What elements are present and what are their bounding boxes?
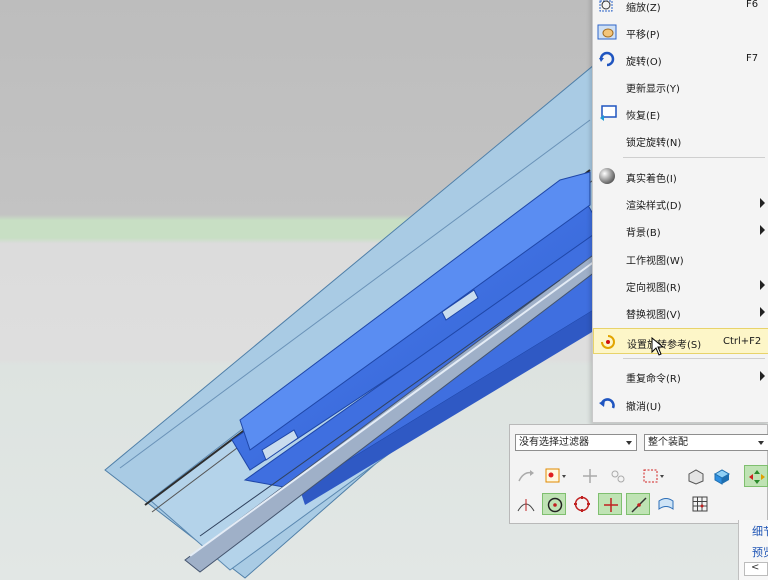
menu-shortcut: Ctrl+F2 (723, 336, 762, 347)
submenu-arrow-icon (760, 198, 765, 208)
menu-shortcut: F6 (746, 0, 759, 10)
multi-snap-button[interactable] (606, 465, 630, 487)
selection-scope-dropdown[interactable]: 整个装配 (644, 434, 768, 451)
menu-item-refresh[interactable]: 更新显示(Y) (593, 73, 768, 99)
circle-center-icon (547, 497, 563, 513)
chevron-down-icon (626, 441, 632, 445)
cross-arrows-icon (749, 470, 765, 484)
chevron-down-icon (758, 441, 764, 445)
box-shape-icon (688, 469, 704, 485)
menu-label: 真实着色(I) (626, 174, 677, 185)
assembly-view-button[interactable] (710, 465, 734, 487)
arc-line-icon (517, 499, 535, 512)
zoom-icon (597, 0, 617, 14)
type-filter-value: 没有选择过滤器 (519, 437, 589, 448)
feature-selection-button[interactable] (542, 465, 566, 487)
panel-tab-preview[interactable]: 预览 (752, 544, 768, 560)
pan-hand-icon (597, 23, 617, 41)
chevron-left-icon: < (751, 562, 760, 573)
grid-icon (692, 496, 708, 512)
surface-icon (658, 498, 674, 510)
menu-shortcut: F7 (746, 53, 759, 64)
menu-label: 恢复(E) (626, 111, 661, 122)
undo-icon (597, 395, 617, 413)
menu-label: 撤消(U) (626, 402, 662, 413)
selection-scope-value: 整个装配 (648, 437, 688, 448)
snap-end-point-button[interactable] (514, 493, 538, 515)
menu-item-set-rotation-reference[interactable]: 设置旋转参考(S) Ctrl+F2 (593, 328, 768, 354)
menu-item-repeat-command[interactable]: 重复命令(R) (593, 363, 768, 389)
menu-item-replace-view[interactable]: 替换视图(V) (593, 299, 768, 325)
menu-label: 替换视图(V) (626, 310, 681, 321)
menu-item-render-style[interactable]: 渲染样式(D) (593, 190, 768, 216)
show-hide-component-button[interactable] (684, 465, 708, 487)
general-selection-button[interactable] (514, 465, 538, 487)
curve-arrow-icon (518, 470, 534, 482)
menu-item-zoom[interactable]: 缩放(Z) F6 (593, 0, 768, 18)
menu-label: 重复命令(R) (626, 374, 681, 385)
snap-group-icon (611, 470, 625, 483)
menu-item-background[interactable]: 背景(B) (593, 217, 768, 243)
snap-on-curve-button[interactable] (626, 493, 650, 515)
move-arrows-icon (583, 469, 597, 483)
submenu-arrow-icon (760, 280, 765, 290)
quadrant-points-icon (574, 496, 590, 512)
rotation-reference-icon (598, 333, 618, 351)
menu-label: 定向视图(R) (626, 283, 681, 294)
intersection-icon (604, 498, 618, 512)
menu-label: 更新显示(Y) (626, 84, 680, 95)
mouse-cursor-icon (651, 337, 665, 356)
menu-label: 背景(B) (626, 228, 661, 239)
menu-item-work-view[interactable]: 工作视图(W) (593, 245, 768, 271)
menu-item-true-shading[interactable]: 真实着色(I) (593, 163, 768, 189)
menu-separator (623, 157, 765, 158)
sphere-icon (597, 167, 617, 185)
menu-label: 锁定旋转(N) (626, 138, 682, 149)
scroll-left-button[interactable]: < (744, 562, 768, 576)
submenu-arrow-icon (760, 371, 765, 381)
selection-priority-button[interactable] (744, 465, 768, 487)
rectangle-selection-button[interactable] (640, 465, 664, 487)
rotate-icon (597, 50, 617, 68)
selection-toolbar: 没有选择过滤器 整个装配 (509, 424, 768, 524)
diagonal-line-icon (631, 497, 647, 513)
menu-item-restore[interactable]: 恢复(E) (593, 100, 768, 126)
selection-box-icon (545, 468, 566, 483)
snap-on-face-button[interactable] (654, 493, 678, 515)
restore-icon (597, 104, 617, 122)
menu-item-undo[interactable]: 撤消(U) (593, 391, 768, 417)
snap-point-button[interactable] (578, 465, 602, 487)
menu-separator (623, 358, 765, 359)
blue-cube-icon (713, 469, 731, 485)
menu-label: 工作视图(W) (626, 256, 684, 267)
menu-label: 缩放(Z) (626, 3, 661, 14)
type-filter-dropdown[interactable]: 没有选择过滤器 (515, 434, 637, 451)
menu-item-pan[interactable]: 平移(P) (593, 19, 768, 45)
submenu-arrow-icon (760, 307, 765, 317)
panel-tab-details[interactable]: 细节 (752, 523, 768, 539)
grid-snap-button[interactable] (688, 493, 712, 515)
menu-item-lock-rotation[interactable]: 锁定旋转(N) (593, 127, 768, 153)
view-context-menu: 缩放(Z) F6 平移(P) 旋转(O) F7 更新显示(Y) 恢复(E) 锁定… (592, 0, 768, 423)
dashed-rectangle-icon (643, 469, 664, 483)
submenu-arrow-icon (760, 225, 765, 235)
menu-item-rotate[interactable]: 旋转(O) F7 (593, 46, 768, 72)
menu-label: 渲染样式(D) (626, 201, 682, 212)
menu-label: 旋转(O) (626, 57, 662, 68)
menu-item-orient-view[interactable]: 定向视图(R) (593, 272, 768, 298)
menu-label: 平移(P) (626, 30, 660, 41)
snap-arc-center-button[interactable] (542, 493, 566, 515)
snap-quadrant-button[interactable] (570, 493, 594, 515)
snap-intersection-button[interactable] (598, 493, 622, 515)
